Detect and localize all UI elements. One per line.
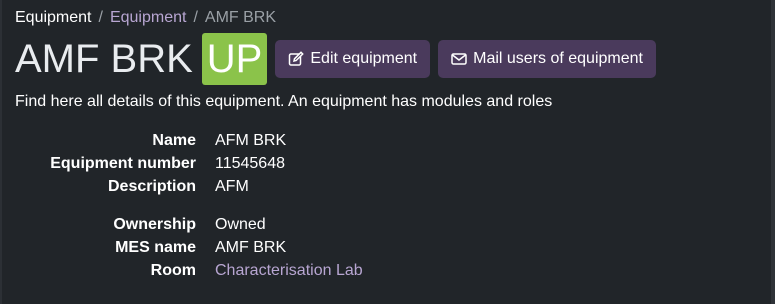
edit-equipment-label: Edit equipment: [310, 50, 418, 67]
detail-value: 11545648: [215, 155, 285, 172]
detail-label: MES name: [115, 239, 196, 256]
detail-row-name: Name AFM BRK: [0, 129, 500, 152]
detail-label: Name: [152, 132, 196, 149]
detail-label: Description: [107, 178, 196, 195]
breadcrumb-separator: /: [193, 9, 198, 26]
detail-row-equipment-number: Equipment number 11545648: [0, 152, 500, 175]
page-title: AMF BRK: [15, 37, 193, 81]
detail-value: AFM BRK: [215, 132, 287, 149]
breadcrumb-separator: /: [98, 9, 103, 26]
detail-label: Equipment number: [50, 155, 196, 172]
breadcrumb-root[interactable]: Equipment: [15, 9, 92, 26]
detail-value: AMF BRK: [215, 239, 287, 256]
breadcrumb-link-equipment[interactable]: Equipment: [110, 9, 187, 26]
detail-label: Ownership: [113, 216, 196, 233]
detail-row-room: Room Characterisation Lab: [0, 259, 500, 282]
mail-users-button[interactable]: Mail users of equipment: [438, 40, 656, 78]
detail-row-ownership: Ownership Owned: [0, 213, 500, 236]
title-row: AMF BRK UP Edit equipment Mail users of …: [15, 32, 656, 86]
equipment-details: Name AFM BRK Equipment number 11545648 D…: [0, 129, 500, 297]
breadcrumb: Equipment / Equipment / AMF BRK: [15, 8, 276, 28]
edit-icon: [288, 51, 305, 67]
room-link[interactable]: Characterisation Lab: [196, 259, 363, 282]
breadcrumb-current: AMF BRK: [204, 9, 277, 26]
scrollbar-track[interactable]: [771, 0, 775, 304]
edit-equipment-button[interactable]: Edit equipment: [275, 40, 431, 78]
page-description: Find here all details of this equipment.…: [15, 93, 553, 110]
details-group-general: Name AFM BRK Equipment number 11545648 D…: [0, 129, 500, 198]
detail-label: Room: [150, 262, 196, 279]
detail-row-description: Description AFM: [0, 175, 500, 198]
mail-users-label: Mail users of equipment: [473, 50, 643, 67]
envelope-icon: [451, 51, 467, 67]
details-group-location: Ownership Owned MES name AMF BRK Room Ch…: [0, 213, 500, 282]
detail-row-mes-name: MES name AMF BRK: [0, 236, 500, 259]
detail-value: Owned: [215, 216, 266, 233]
detail-value: AFM: [215, 178, 249, 195]
status-badge: UP: [201, 33, 268, 85]
